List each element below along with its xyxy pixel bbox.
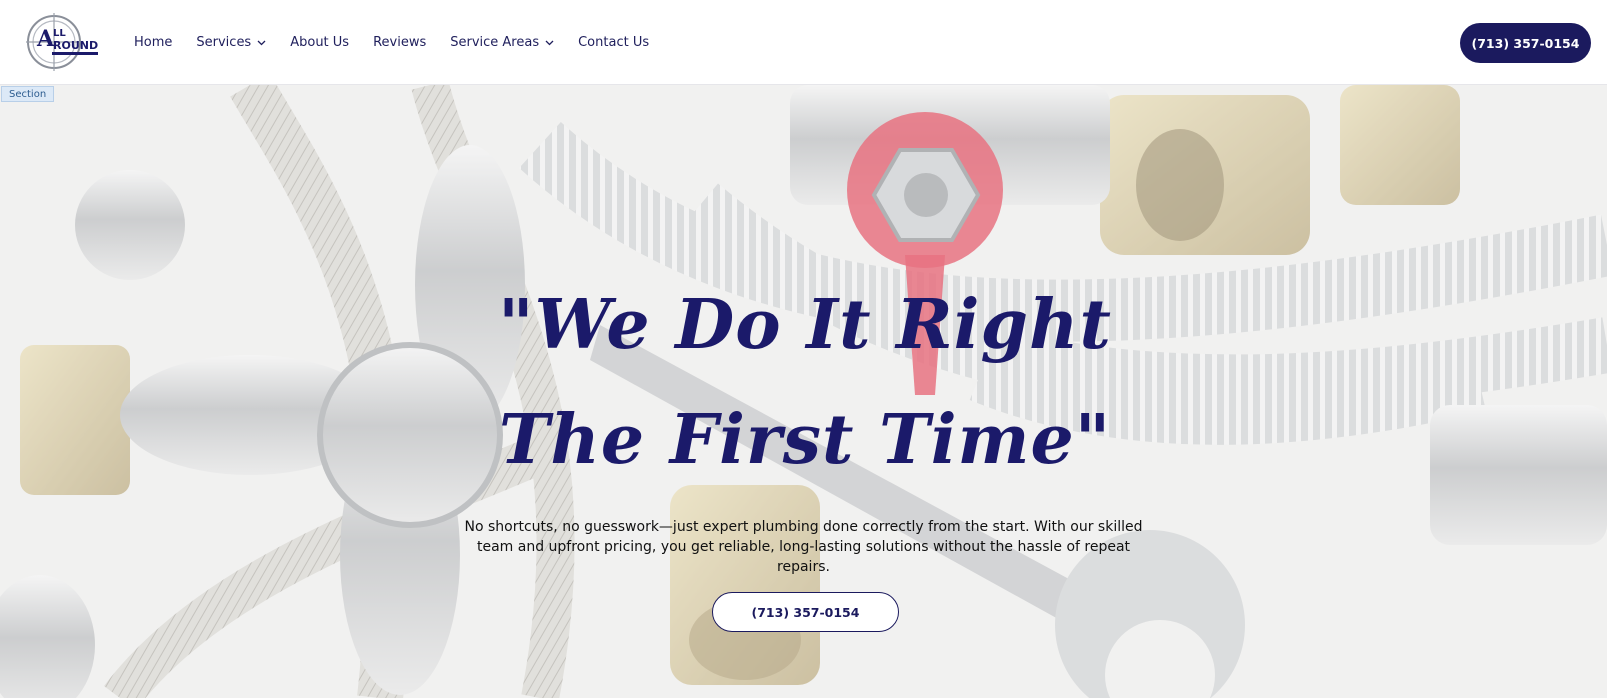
- nav-about-us[interactable]: About Us: [290, 35, 349, 50]
- hero-phone-button[interactable]: (713) 357-0154: [712, 592, 899, 632]
- nav-home[interactable]: Home: [134, 35, 172, 50]
- hero-headline-line-2: The First Time": [498, 400, 1112, 480]
- hero-subtext: No shortcuts, no guesswork—just expert p…: [464, 519, 1143, 575]
- header-phone-button[interactable]: (713) 357-0154: [1460, 23, 1591, 63]
- nav-about-label: About Us: [290, 35, 350, 50]
- nav-services-label: Services: [196, 35, 252, 50]
- nav-contact-label: Contact Us: [578, 35, 650, 50]
- section-tag: Section: [1, 86, 55, 102]
- nav-home-label: Home: [134, 35, 173, 50]
- nav-reviews[interactable]: Reviews: [373, 35, 426, 50]
- all-around-logo[interactable]: A LL ROUND: [26, 13, 102, 71]
- site-header: A LL ROUND Home Services About Us Review…: [0, 0, 1607, 85]
- nav-contact-us[interactable]: Contact Us: [578, 35, 649, 50]
- nav-services[interactable]: Services: [196, 35, 266, 50]
- hero-headline-line-1: "We Do It Right: [498, 285, 1112, 365]
- hero-section: Section "We Do It Right The First Time" …: [0, 85, 1607, 698]
- svg-text:ROUND: ROUND: [53, 39, 98, 52]
- nav-reviews-label: Reviews: [373, 35, 427, 50]
- chevron-down-icon: [257, 40, 266, 45]
- main-nav: Home Services About Us Reviews Service A…: [134, 0, 673, 85]
- chevron-down-icon: [545, 40, 554, 45]
- svg-text:LL: LL: [53, 28, 66, 39]
- nav-service-areas[interactable]: Service Areas: [450, 35, 554, 50]
- nav-service-areas-label: Service Areas: [450, 35, 540, 50]
